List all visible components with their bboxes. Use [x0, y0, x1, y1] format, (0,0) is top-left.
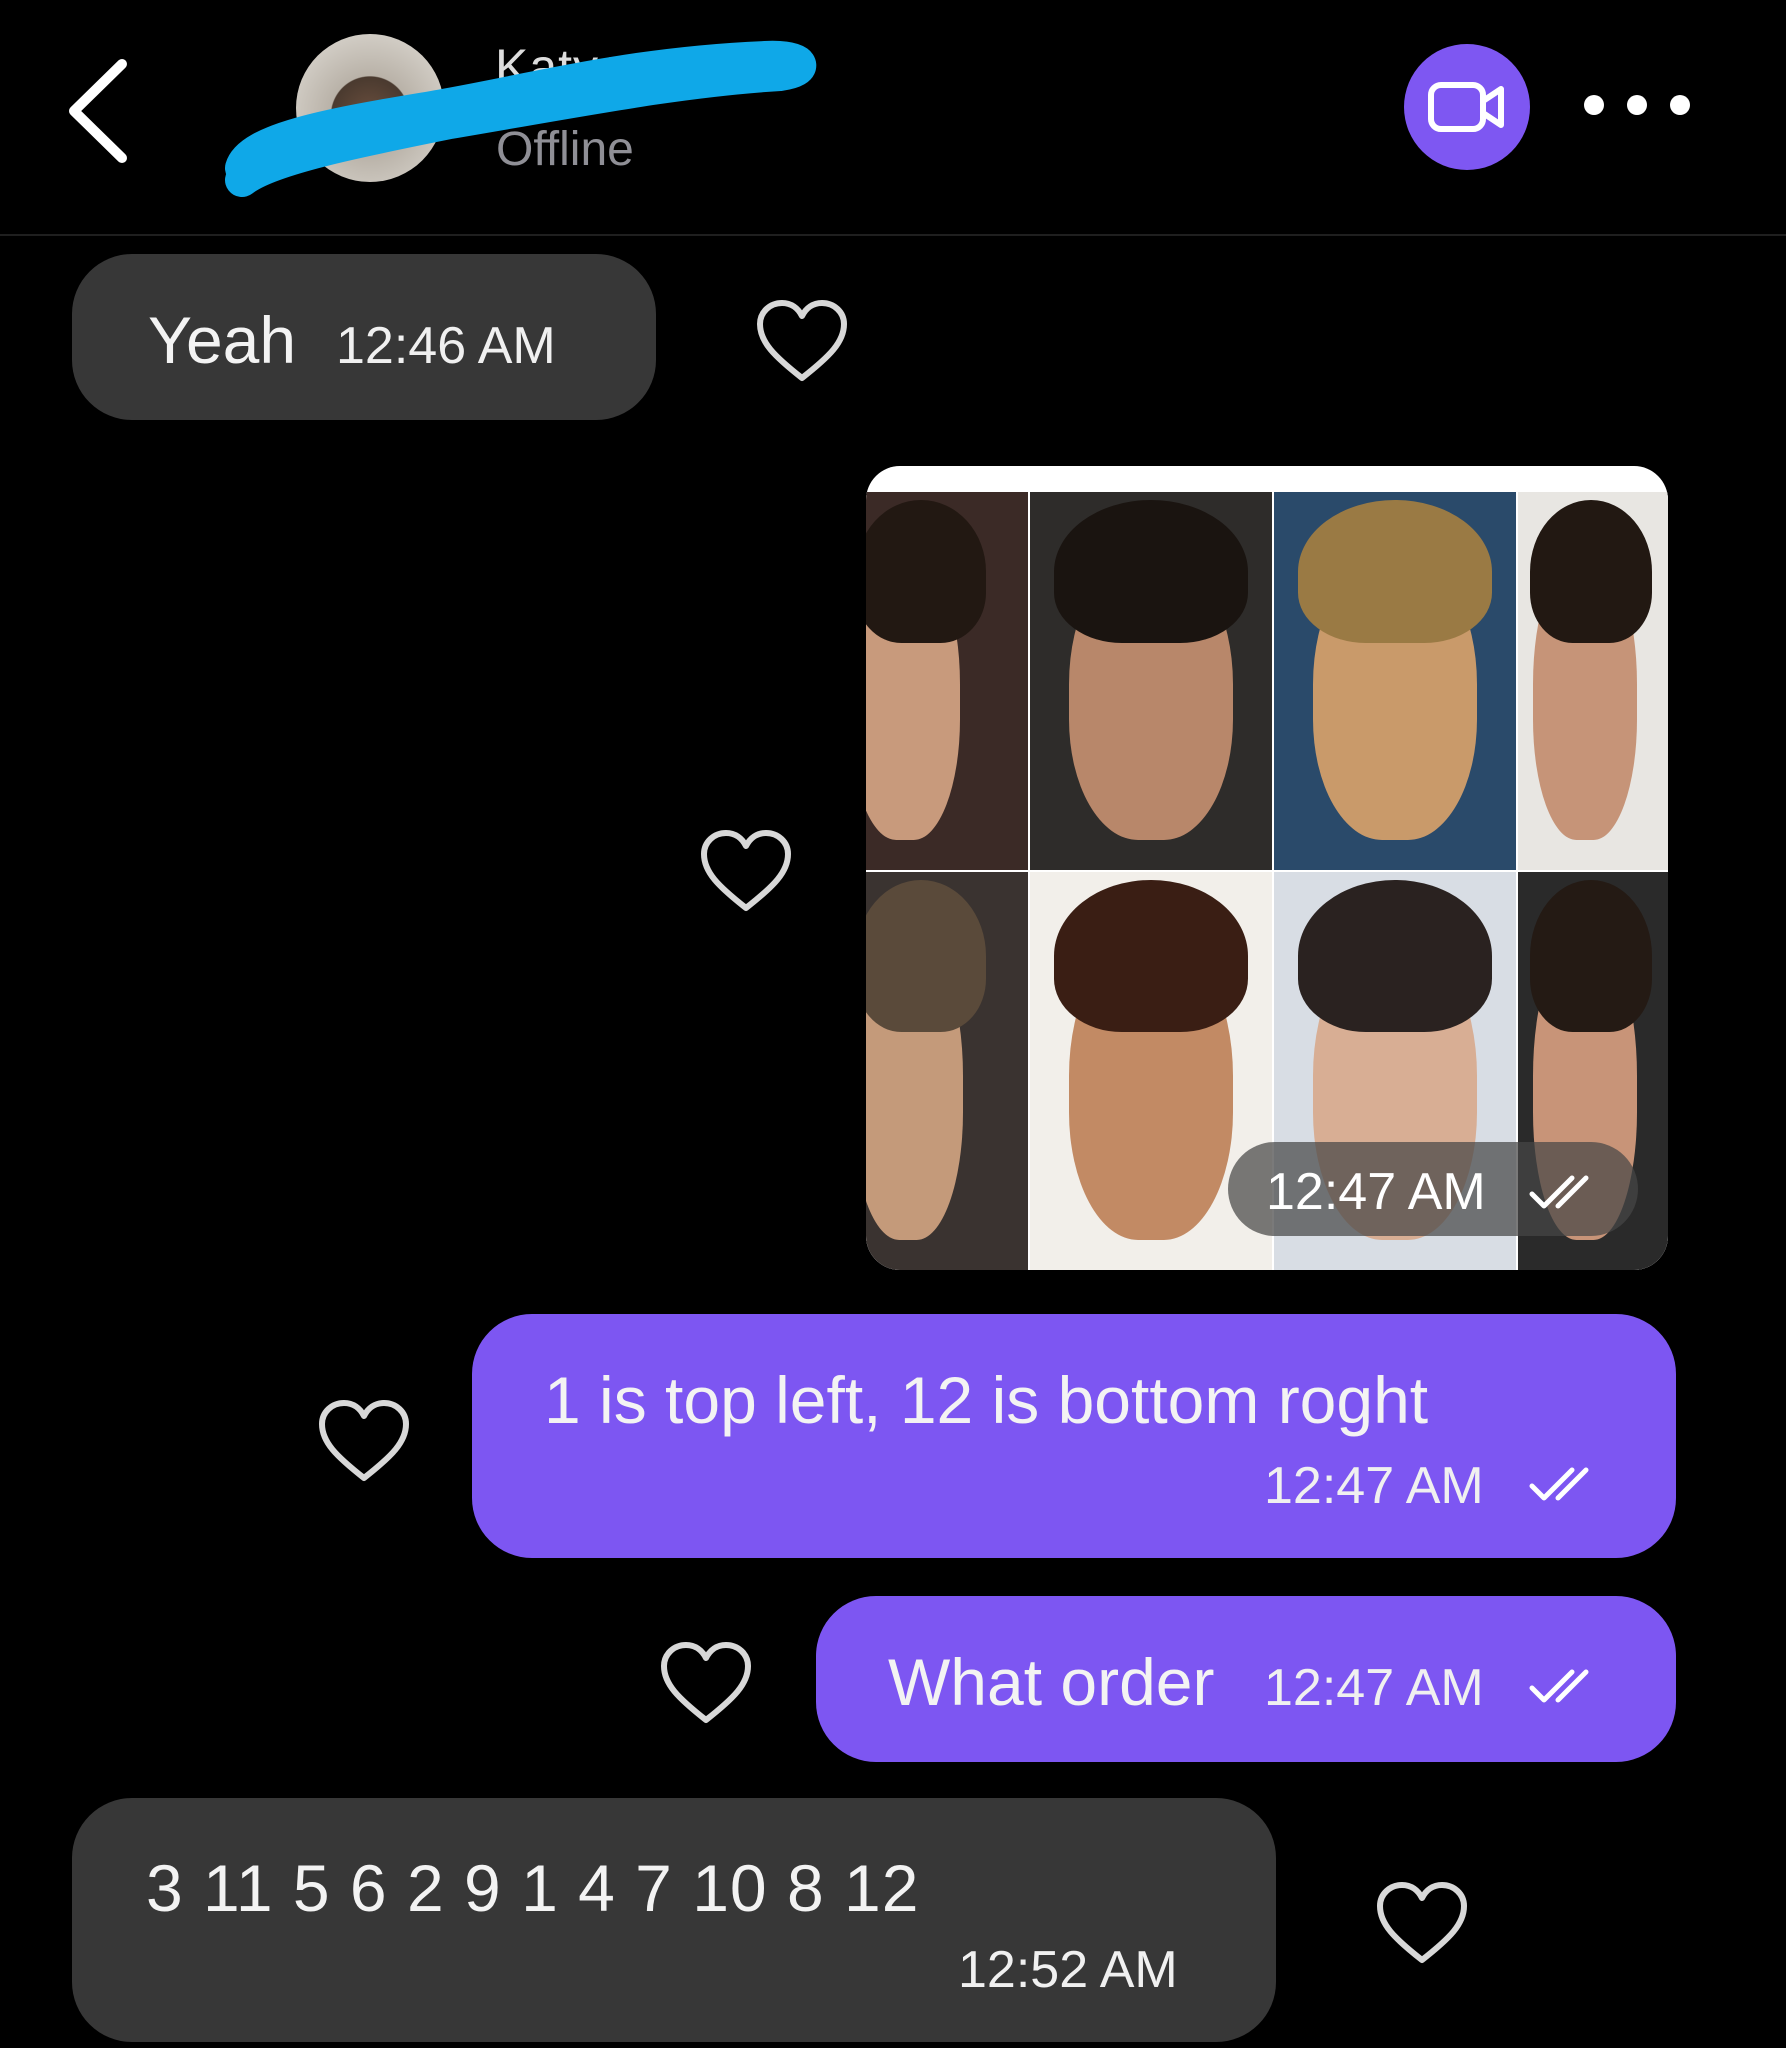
contact-name[interactable]: Katya [495, 38, 628, 96]
avatar[interactable] [296, 34, 444, 182]
more-dot [1627, 95, 1647, 115]
collage-face [1274, 492, 1516, 870]
back-button[interactable] [62, 56, 142, 166]
video-call-button[interactable] [1404, 44, 1530, 170]
collage-face [1518, 492, 1668, 870]
more-dot [1584, 95, 1604, 115]
message-text: 1 is top left, 12 is bottom roght [544, 1363, 1429, 1437]
read-receipt-icon [1529, 1669, 1589, 1703]
message-time: 12:47 AM [1264, 1659, 1484, 1717]
message-time: 12:52 AM [958, 1941, 1178, 1999]
like-heart-icon[interactable] [1374, 1880, 1470, 1966]
chevron-left-icon [69, 59, 127, 163]
chat-header: Katya Offline [0, 0, 1786, 236]
more-dot [1670, 95, 1690, 115]
like-heart-icon[interactable] [316, 1398, 412, 1484]
read-receipt-icon [1529, 1175, 1589, 1209]
more-options-button[interactable] [1584, 80, 1690, 130]
read-receipt-icon [1529, 1467, 1589, 1501]
message-time: 12:47 AM [1266, 1163, 1486, 1221]
like-heart-icon[interactable] [698, 828, 794, 914]
contact-status: Offline [496, 123, 634, 176]
collage-face [866, 492, 1028, 870]
message-time: 12:47 AM [1264, 1457, 1484, 1515]
message-text: 3 11 5 6 2 9 1 4 7 10 8 12 [146, 1851, 920, 1925]
message-time: 12:46 AM [336, 317, 556, 375]
like-heart-icon[interactable] [658, 1640, 754, 1726]
collage-face [866, 872, 1028, 1270]
collage-face [1030, 492, 1272, 870]
like-heart-icon[interactable] [754, 298, 850, 384]
video-camera-icon [1428, 82, 1504, 132]
message-text: Yeah [148, 303, 297, 377]
message-text: What order [888, 1645, 1215, 1719]
